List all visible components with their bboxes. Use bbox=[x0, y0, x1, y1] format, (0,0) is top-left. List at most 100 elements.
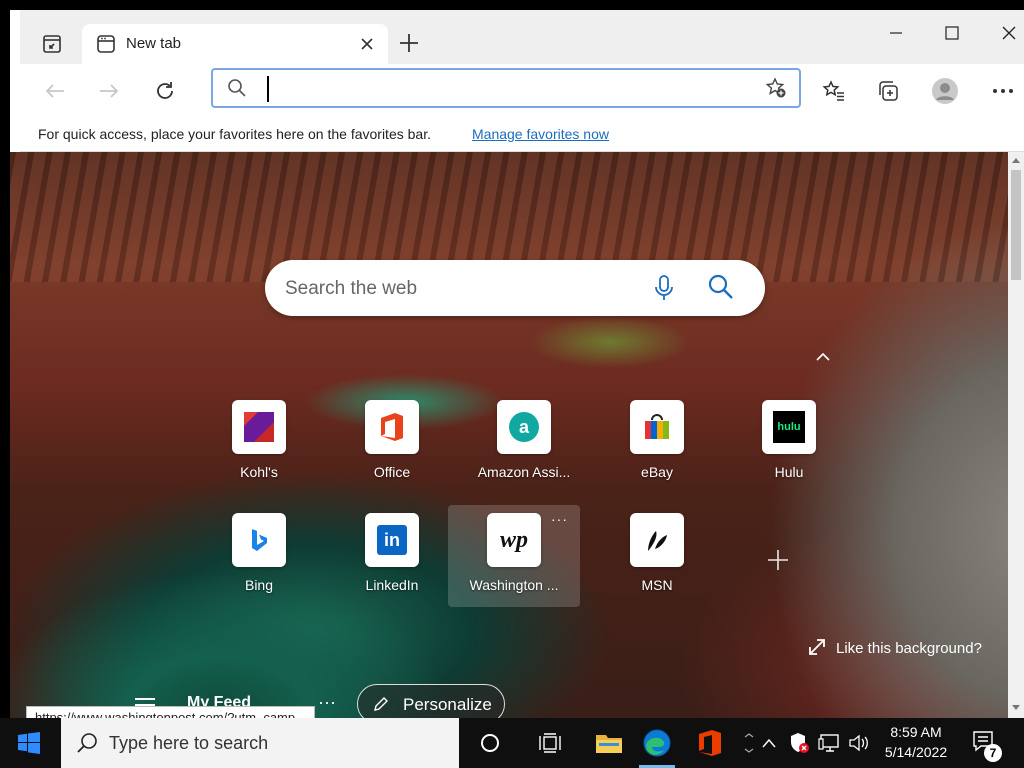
feed-more-options[interactable]: ··· bbox=[318, 692, 336, 713]
quick-link-tile-washington-post[interactable]: wp ··· Washington ... bbox=[448, 505, 580, 607]
quick-link-tile-office[interactable]: Office bbox=[327, 394, 457, 494]
expand-arrows-icon bbox=[809, 639, 825, 655]
new-tab-page-icon bbox=[97, 35, 115, 53]
quick-link-tile-amazon-assistant[interactable]: a Amazon Assi... bbox=[459, 394, 589, 494]
ebay-icon bbox=[630, 400, 684, 454]
search-icon bbox=[228, 79, 246, 97]
forward-arrow-icon bbox=[100, 84, 119, 98]
edge-taskbar-button[interactable] bbox=[633, 718, 681, 768]
task-view-icon bbox=[539, 733, 561, 753]
tile-label: Office bbox=[373, 464, 411, 480]
taskbar-search-box[interactable]: Type here to search bbox=[61, 718, 459, 768]
notification-count-badge: 7 bbox=[984, 744, 1002, 762]
close-tab-icon[interactable] bbox=[358, 35, 376, 53]
windows-logo-icon bbox=[18, 732, 40, 754]
settings-more-button[interactable] bbox=[986, 74, 1020, 108]
refresh-button[interactable] bbox=[148, 74, 182, 108]
favorites-bar-message: For quick access, place your favorites h… bbox=[38, 126, 431, 142]
quick-link-tile-linkedin[interactable]: in LinkedIn bbox=[327, 507, 457, 607]
title-bar: New tab bbox=[20, 10, 1024, 64]
folder-icon bbox=[596, 735, 622, 753]
network-monitor-icon bbox=[818, 734, 839, 752]
chevron-down-icon bbox=[744, 733, 754, 753]
tile-label: Hulu bbox=[774, 464, 804, 480]
manage-favorites-link[interactable]: Manage favorites now bbox=[472, 126, 609, 142]
collections-icon bbox=[879, 81, 898, 101]
scroll-down-arrow-icon[interactable] bbox=[1011, 704, 1021, 712]
status-bar-url: https://www.washingtonpost.com/?utm_camp… bbox=[26, 706, 315, 718]
hulu-icon: hulu bbox=[762, 400, 816, 454]
svg-text:a: a bbox=[519, 417, 530, 437]
speaker-volume-icon bbox=[849, 734, 868, 752]
quick-link-tile-hulu[interactable]: hulu Hulu bbox=[724, 394, 854, 494]
clock-date: 5/14/2022 bbox=[884, 744, 948, 760]
edge-browser-window: New tab For quick access, place your fav… bbox=[10, 10, 1024, 718]
maximize-button[interactable] bbox=[929, 18, 975, 48]
file-explorer-button[interactable] bbox=[585, 718, 633, 768]
scroll-up-arrow-icon[interactable] bbox=[1011, 156, 1021, 164]
msn-icon bbox=[630, 513, 684, 567]
office-taskbar-button[interactable] bbox=[686, 718, 734, 768]
personalize-label: Personalize bbox=[403, 695, 492, 714]
tab-new-tab[interactable]: New tab bbox=[82, 24, 388, 64]
page-scrollbar[interactable] bbox=[1008, 152, 1024, 718]
washington-post-icon: wp bbox=[487, 513, 541, 567]
taskbar-overflow-chevron[interactable] bbox=[738, 718, 760, 768]
add-site-plus-icon[interactable] bbox=[766, 548, 790, 572]
quick-link-tile-kohls[interactable]: Kohl's bbox=[194, 394, 324, 494]
tab-actions-button[interactable] bbox=[38, 30, 66, 58]
tile-label: LinkedIn bbox=[365, 577, 419, 593]
like-background-label: Like this background? bbox=[836, 640, 982, 657]
windows-taskbar: Type here to search 8:59 AM 5/14/2022 7 bbox=[0, 718, 1024, 768]
collapse-tiles-chevron-icon[interactable] bbox=[814, 350, 832, 364]
quick-link-tile-ebay[interactable]: eBay bbox=[592, 394, 722, 494]
collections-button[interactable] bbox=[871, 74, 905, 108]
show-hidden-icons-button[interactable] bbox=[758, 718, 780, 768]
maximize-icon bbox=[945, 26, 959, 40]
taskbar-clock[interactable]: 8:59 AM 5/14/2022 bbox=[874, 722, 958, 762]
back-arrow-icon bbox=[45, 84, 64, 98]
scrollbar-thumb[interactable] bbox=[1011, 170, 1021, 280]
search-icon bbox=[77, 733, 97, 753]
search-submit-icon[interactable] bbox=[707, 273, 735, 301]
web-search-box[interactable]: Search the web bbox=[265, 260, 765, 316]
microphone-icon[interactable] bbox=[653, 274, 675, 302]
favorites-list-icon bbox=[822, 80, 844, 101]
close-window-button[interactable] bbox=[986, 18, 1024, 48]
address-bar[interactable] bbox=[211, 68, 801, 108]
cortana-button[interactable] bbox=[466, 718, 514, 768]
task-view-button[interactable] bbox=[526, 718, 574, 768]
add-favorite-star-icon[interactable] bbox=[765, 77, 787, 99]
tile-more-options[interactable]: ··· bbox=[551, 511, 568, 527]
clock-time: 8:59 AM bbox=[890, 724, 942, 740]
chevron-up-icon bbox=[762, 738, 776, 748]
tile-label: eBay bbox=[641, 464, 673, 480]
refresh-icon bbox=[157, 82, 173, 99]
amazon-assistant-icon: a bbox=[497, 400, 551, 454]
start-button[interactable] bbox=[0, 718, 58, 768]
like-background-button[interactable]: Like this background? bbox=[808, 638, 982, 657]
taskbar-search-placeholder: Type here to search bbox=[109, 733, 269, 753]
minimize-icon bbox=[890, 32, 902, 34]
back-button[interactable] bbox=[38, 74, 72, 108]
quick-link-tile-bing[interactable]: Bing bbox=[194, 507, 324, 607]
kohls-icon bbox=[232, 400, 286, 454]
linkedin-icon: in bbox=[365, 513, 419, 567]
volume-tray-button[interactable] bbox=[846, 718, 872, 768]
forward-button[interactable] bbox=[92, 74, 126, 108]
profile-button[interactable] bbox=[928, 74, 962, 108]
tab-title: New tab bbox=[126, 35, 182, 52]
profile-avatar-icon bbox=[932, 78, 958, 104]
close-icon bbox=[1002, 26, 1016, 40]
quick-link-tile-msn[interactable]: MSN bbox=[592, 507, 722, 607]
network-tray-button[interactable] bbox=[816, 718, 842, 768]
web-search-placeholder: Search the web bbox=[285, 278, 418, 299]
minimize-button[interactable] bbox=[873, 18, 919, 48]
pencil-icon bbox=[374, 697, 388, 711]
favorites-button[interactable] bbox=[817, 74, 851, 108]
security-tray-button[interactable] bbox=[786, 718, 812, 768]
new-tab-plus-icon[interactable] bbox=[396, 30, 422, 56]
tile-label: Kohl's bbox=[240, 464, 278, 480]
tile-label: Bing bbox=[244, 577, 274, 593]
personalize-button[interactable]: Personalize bbox=[357, 684, 505, 718]
